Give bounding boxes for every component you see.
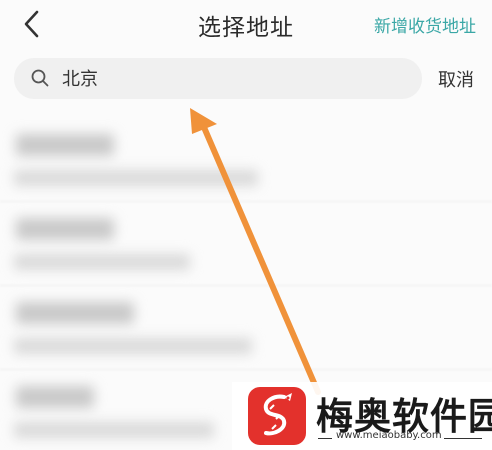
watermark: 梅奥软件园 www.meiaobaby.com — [232, 382, 492, 450]
logo-icon — [248, 387, 306, 445]
divider — [0, 201, 492, 202]
search-bar[interactable] — [14, 58, 422, 101]
item-name-blurred — [16, 134, 114, 156]
search-input[interactable] — [60, 58, 404, 101]
item-address-blurred — [14, 170, 258, 186]
item-name-blurred — [16, 218, 114, 240]
add-address-link[interactable]: 新增收货地址 — [374, 12, 476, 37]
item-address-blurred — [14, 422, 214, 438]
item-name-blurred — [16, 386, 94, 408]
item-address-blurred — [14, 254, 190, 270]
divider — [444, 438, 482, 439]
address-picker-screen: 选择地址 新增收货地址 取消 — [0, 0, 492, 450]
cancel-button[interactable]: 取消 — [438, 66, 474, 92]
header: 选择地址 新增收货地址 — [0, 0, 492, 50]
search-icon — [31, 69, 49, 87]
item-address-blurred — [14, 338, 252, 354]
divider — [0, 285, 492, 286]
divider — [0, 369, 492, 370]
dragon-icon — [263, 393, 292, 436]
list-item[interactable] — [0, 120, 492, 202]
list-item[interactable] — [0, 204, 492, 286]
divider — [318, 438, 332, 439]
item-name-blurred — [16, 302, 134, 324]
watermark-url: www.meiaobaby.com — [336, 430, 442, 441]
list-item[interactable] — [0, 288, 492, 370]
